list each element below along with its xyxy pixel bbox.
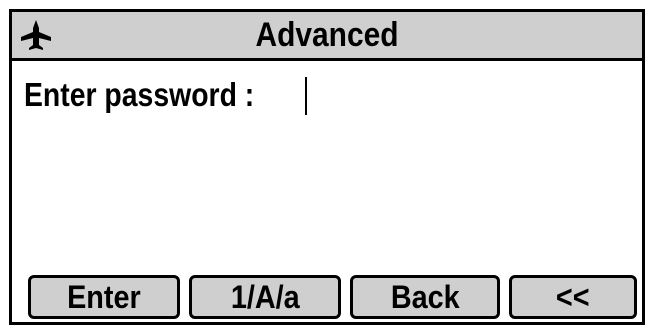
enter-softkey-label: Enter	[67, 278, 141, 315]
password-prompt: Enter password :	[24, 73, 292, 117]
backspace-softkey-label: <<	[556, 278, 590, 315]
page-title: Advanced	[255, 15, 399, 54]
title-bar: Advanced	[9, 9, 645, 61]
input-mode-softkey-label: 1/A/a	[230, 278, 300, 315]
password-label: Enter password :	[24, 76, 255, 113]
phone-screen: Advanced Enter password : Enter 1/A/a Ba…	[0, 0, 652, 333]
softkey-bar: Enter 1/A/a Back <<	[9, 271, 645, 325]
input-mode-softkey[interactable]: 1/A/a	[189, 275, 341, 319]
back-softkey-label: Back	[390, 278, 460, 315]
back-softkey[interactable]: Back	[350, 275, 500, 319]
content-area: Enter password :	[9, 61, 645, 271]
backspace-softkey[interactable]: <<	[509, 275, 637, 319]
password-input-cursor[interactable]	[305, 77, 307, 115]
enter-softkey[interactable]: Enter	[28, 275, 180, 319]
